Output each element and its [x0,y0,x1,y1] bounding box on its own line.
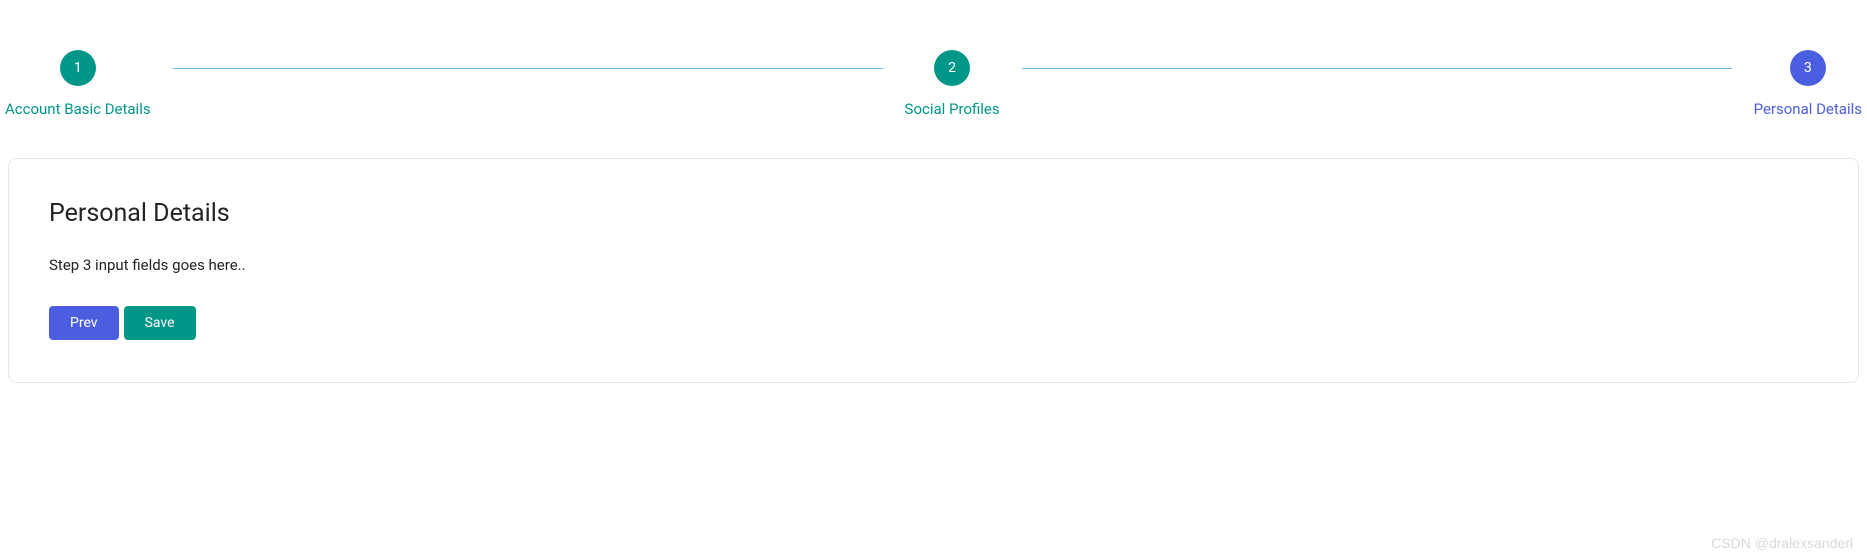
watermark: CSDN @dralexsanderl [1711,535,1853,551]
step-circle-2: 2 [934,50,970,86]
stepper: 1 Account Basic Details 2 Social Profile… [0,0,1867,148]
step-1[interactable]: 1 Account Basic Details [5,50,151,118]
save-button[interactable]: Save [124,306,196,340]
step-2[interactable]: 2 Social Profiles [905,50,1000,118]
step-circle-3: 3 [1790,50,1826,86]
step-connector [1022,68,1732,69]
button-row: Prev Save [49,306,1818,340]
step-connector [173,68,883,69]
step-label-3: Personal Details [1754,100,1862,118]
step-circle-1: 1 [60,50,96,86]
prev-button[interactable]: Prev [49,306,119,340]
step-number: 2 [948,60,956,76]
step-content-card: Personal Details Step 3 input fields goe… [8,158,1859,383]
card-title: Personal Details [49,199,1818,228]
step-number: 1 [74,60,82,76]
step-number: 3 [1804,60,1812,76]
step-label-1: Account Basic Details [5,100,151,118]
step-label-2: Social Profiles [905,100,1000,118]
step-3[interactable]: 3 Personal Details [1754,50,1862,118]
card-body-text: Step 3 input fields goes here.. [49,256,1818,274]
